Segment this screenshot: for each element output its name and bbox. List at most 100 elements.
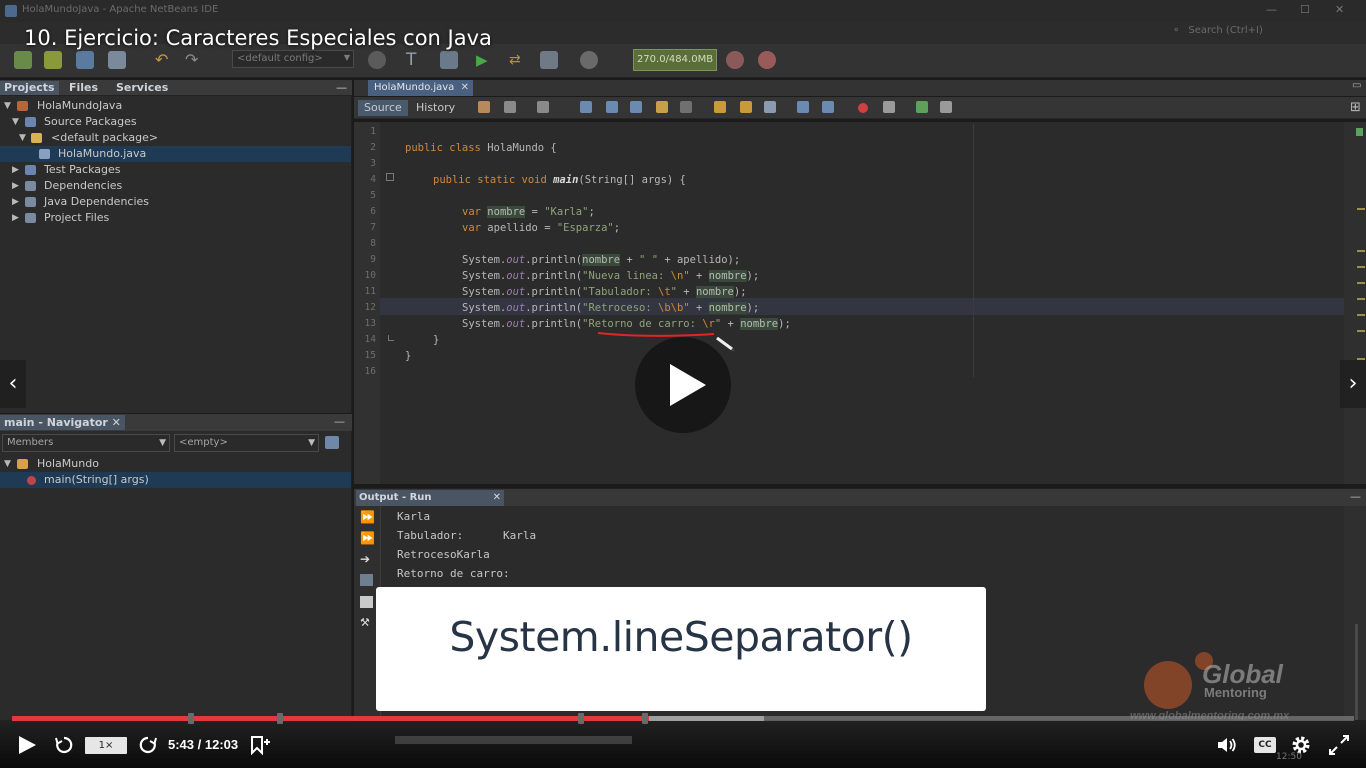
maximize-icon[interactable]: ☐ <box>1300 3 1310 16</box>
tree-item-project-files[interactable]: ▶ Project Files <box>0 210 351 226</box>
tree-item-project[interactable]: ▼ HolaMundoJava <box>0 98 351 114</box>
comment-icon[interactable] <box>916 101 928 113</box>
config-select[interactable]: <default config> ▼ <box>232 50 354 68</box>
gc-icon[interactable] <box>726 51 744 69</box>
new-file-icon[interactable] <box>14 51 32 69</box>
profile-dropdown-icon[interactable] <box>580 51 598 69</box>
output-settings-icon[interactable] <box>360 574 373 586</box>
rewind-icon[interactable] <box>54 735 74 755</box>
editor-scrollbar[interactable] <box>1344 122 1366 484</box>
new-project-icon[interactable] <box>44 51 62 69</box>
chapter-marker[interactable] <box>277 713 283 724</box>
minimize-panel-icon[interactable]: — <box>1350 490 1361 503</box>
progress-bar[interactable] <box>12 716 1354 721</box>
stop-icon[interactable] <box>360 596 373 608</box>
ide-search-field[interactable]: ⚬ Search (Ctrl+I) <box>1172 25 1362 41</box>
tab-holamundo-java[interactable]: HolaMundo.java ✕ <box>368 80 473 96</box>
back-icon[interactable] <box>504 101 516 113</box>
playback-speed-button[interactable]: 1× <box>85 737 127 754</box>
next-lecture-button[interactable]: › <box>1340 360 1366 408</box>
expand-arrow-icon[interactable]: ▼ <box>4 98 11 114</box>
navigator-class-item[interactable]: ▼ HolaMundo <box>0 456 351 472</box>
collapse-arrow-icon[interactable]: ▶ <box>12 194 19 210</box>
collapse-arrow-icon[interactable]: ▶ <box>12 162 19 178</box>
clear-output-icon[interactable]: ⚒ <box>360 617 373 629</box>
rerun-icon[interactable]: ⏩ <box>360 511 375 523</box>
pause-gc-icon[interactable] <box>758 51 776 69</box>
shift-right-icon[interactable] <box>822 101 834 113</box>
chapter-marker[interactable] <box>578 713 584 724</box>
tab-files[interactable]: Files <box>65 81 102 95</box>
build-hammer-icon[interactable]: T <box>406 51 424 69</box>
navigator-options-icon[interactable] <box>325 436 339 449</box>
history-button[interactable]: History <box>410 100 461 116</box>
find-next-icon[interactable] <box>630 101 642 113</box>
find-previous-icon[interactable] <box>606 101 618 113</box>
expand-arrow-icon[interactable]: ▼ <box>19 130 26 146</box>
memory-meter[interactable]: 270.0/484.0MB <box>633 49 717 71</box>
members-filter-select[interactable]: Members ▼ <box>2 434 170 452</box>
toggle-rect-selection-icon[interactable] <box>680 101 692 113</box>
expand-arrow-icon[interactable]: ▼ <box>4 456 11 472</box>
fold-toggle-icon[interactable] <box>386 173 394 181</box>
start-macro-icon[interactable] <box>858 103 868 113</box>
tree-item-default-package[interactable]: ▼ <default package> <box>0 130 351 146</box>
previous-bookmark-icon[interactable] <box>714 101 726 113</box>
next-error-icon[interactable]: ➔ <box>360 553 373 565</box>
target-icon[interactable] <box>368 51 386 69</box>
uncomment-icon[interactable] <box>940 101 952 113</box>
expand-arrow-icon[interactable]: ▼ <box>12 114 19 130</box>
editor-maximize-icon[interactable]: ▭ <box>1352 80 1361 91</box>
minimize-panel-icon[interactable]: — <box>334 415 345 428</box>
redo-icon[interactable]: ↷ <box>185 51 203 69</box>
close-tab-icon[interactable]: ✕ <box>493 490 501 506</box>
minimize-icon[interactable]: — <box>1266 3 1277 16</box>
tree-item-holamundo-java[interactable]: HolaMundo.java <box>0 146 351 162</box>
tab-output-run[interactable]: Output - Run (HolaMundo...✕ <box>356 490 504 519</box>
stop-macro-icon[interactable] <box>883 101 895 113</box>
rerun-with-params-icon[interactable]: ⏩ <box>360 532 375 544</box>
fullscreen-icon[interactable] <box>1328 734 1350 756</box>
forward-icon[interactable] <box>138 735 158 755</box>
tab-services[interactable]: Services <box>112 81 172 95</box>
volume-icon[interactable] <box>1216 736 1238 754</box>
open-project-icon[interactable] <box>76 51 94 69</box>
play-button[interactable] <box>16 735 38 755</box>
scope-select[interactable]: <empty> ▼ <box>174 434 319 452</box>
profile-icon[interactable] <box>540 51 558 69</box>
add-bookmark-icon[interactable] <box>249 735 271 755</box>
tree-item-source-packages[interactable]: ▼ Source Packages <box>0 114 351 130</box>
tree-item-java-dependencies[interactable]: ▶ Java Dependencies <box>0 194 351 210</box>
toggle-highlight-icon[interactable] <box>656 101 668 113</box>
shift-left-icon[interactable] <box>797 101 809 113</box>
chapter-marker[interactable] <box>188 713 194 724</box>
last-edit-icon[interactable] <box>478 101 490 113</box>
next-bookmark-icon[interactable] <box>740 101 752 113</box>
close-tab-icon[interactable]: ✕ <box>112 416 121 429</box>
minimize-panel-icon[interactable]: — <box>332 81 351 95</box>
save-all-icon[interactable] <box>108 51 126 69</box>
captions-button[interactable]: CC <box>1254 737 1276 753</box>
find-selection-icon[interactable] <box>580 101 592 113</box>
debug-icon[interactable]: ⇄ <box>509 51 527 69</box>
collapse-arrow-icon[interactable]: ▶ <box>12 210 19 226</box>
tree-item-dependencies[interactable]: ▶ Dependencies <box>0 178 351 194</box>
forward-icon[interactable] <box>537 101 549 113</box>
tab-projects[interactable]: Projects <box>0 81 59 95</box>
split-editor-icon[interactable]: ⊞ <box>1350 100 1361 115</box>
tab-navigator[interactable]: main - Navigator ✕ <box>0 415 125 430</box>
big-play-button[interactable] <box>635 337 731 433</box>
undo-icon[interactable]: ↶ <box>155 51 173 69</box>
source-button[interactable]: Source <box>358 100 408 116</box>
toggle-bookmark-icon[interactable] <box>764 101 776 113</box>
run-icon[interactable]: ▶ <box>476 51 494 69</box>
navigator-method-item[interactable]: main(String[] args) <box>0 472 351 488</box>
scroll-thumb[interactable] <box>1355 624 1358 720</box>
tree-item-test-packages[interactable]: ▶ Test Packages <box>0 162 351 178</box>
clean-build-icon[interactable] <box>440 51 458 69</box>
output-scrollbar[interactable] <box>1344 506 1366 720</box>
collapse-arrow-icon[interactable]: ▶ <box>12 178 19 194</box>
close-window-icon[interactable]: ✕ <box>1335 3 1344 16</box>
previous-lecture-button[interactable]: ‹ <box>0 360 26 408</box>
chapter-marker[interactable] <box>642 713 648 724</box>
